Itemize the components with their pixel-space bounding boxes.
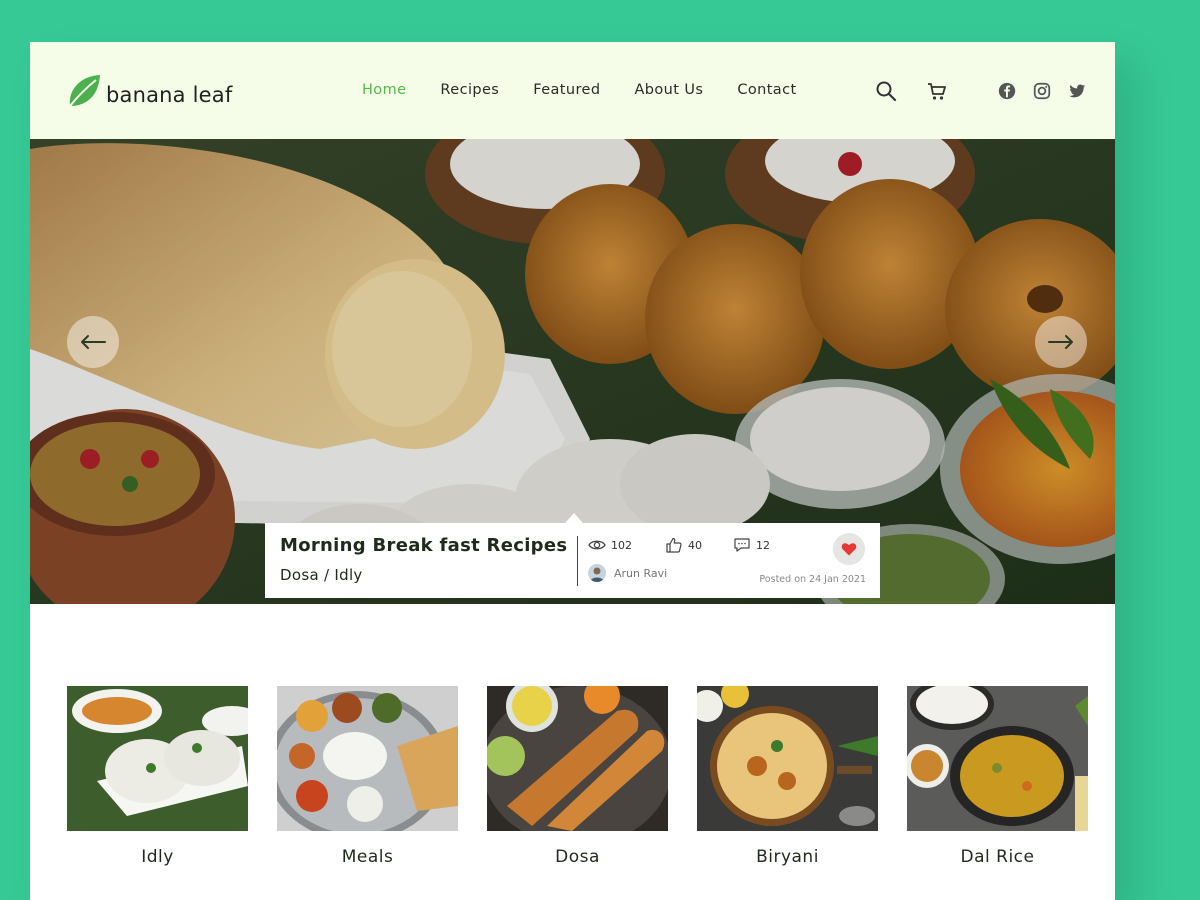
leaf-logo-icon bbox=[69, 75, 100, 107]
likes-stat[interactable]: 40 bbox=[665, 537, 702, 553]
category-idly[interactable]: Idly bbox=[67, 686, 248, 867]
main-nav: Home Recipes Featured About Us Contact bbox=[362, 82, 831, 98]
arrow-right-icon bbox=[1048, 335, 1073, 349]
author[interactable]: Arun Ravi bbox=[588, 564, 667, 582]
eye-icon bbox=[588, 540, 606, 550]
comment-icon bbox=[734, 538, 750, 552]
category-label[interactable]: Biryani bbox=[697, 847, 878, 867]
category-label[interactable]: Dosa bbox=[487, 847, 668, 867]
nav-featured[interactable]: Featured bbox=[533, 82, 600, 98]
prev-slide-button[interactable] bbox=[67, 316, 119, 368]
recipe-title[interactable]: Morning Break fast Recipes bbox=[280, 535, 567, 556]
nav-home[interactable]: Home bbox=[362, 82, 406, 98]
arrow-left-icon bbox=[81, 335, 106, 349]
category-dal-rice[interactable]: Dal Rice bbox=[907, 686, 1088, 867]
favorite-button[interactable] bbox=[833, 533, 865, 565]
twitter-icon[interactable] bbox=[1067, 80, 1087, 102]
category-image[interactable] bbox=[67, 686, 248, 831]
hero-banner: Morning Break fast Recipes Dosa / Idly 1… bbox=[30, 139, 1115, 604]
category-label[interactable]: Dal Rice bbox=[907, 847, 1088, 867]
brand-name: banana leaf bbox=[106, 83, 233, 107]
category-meals[interactable]: Meals bbox=[277, 686, 458, 867]
comments-count: 12 bbox=[756, 538, 770, 552]
category-label[interactable]: Idly bbox=[67, 847, 248, 867]
heart-icon bbox=[841, 543, 857, 556]
logo[interactable]: banana leaf bbox=[66, 72, 232, 110]
posted-date: Posted on 24 Jan 2021 bbox=[759, 574, 866, 585]
recipe-subtitle: Dosa / Idly bbox=[280, 566, 363, 584]
nav-contact[interactable]: Contact bbox=[737, 82, 796, 98]
next-slide-button[interactable] bbox=[1035, 316, 1087, 368]
category-image[interactable] bbox=[487, 686, 668, 831]
category-biryani[interactable]: Biryani bbox=[697, 686, 878, 867]
search-icon[interactable] bbox=[875, 80, 897, 102]
category-label[interactable]: Meals bbox=[277, 847, 458, 867]
category-dosa[interactable]: Dosa bbox=[487, 686, 668, 867]
instagram-icon[interactable] bbox=[1032, 80, 1052, 102]
author-name: Arun Ravi bbox=[614, 566, 668, 580]
page: banana leaf Home Recipes Featured About … bbox=[30, 42, 1115, 900]
likes-count: 40 bbox=[688, 538, 702, 552]
views-count: 102 bbox=[611, 538, 632, 552]
avatar bbox=[588, 564, 606, 582]
comments-stat[interactable]: 12 bbox=[733, 537, 770, 553]
category-image[interactable] bbox=[907, 686, 1088, 831]
featured-recipe-card[interactable]: Morning Break fast Recipes Dosa / Idly 1… bbox=[265, 513, 880, 598]
thumbs-up-icon bbox=[666, 537, 682, 553]
category-image[interactable] bbox=[697, 686, 878, 831]
facebook-icon[interactable] bbox=[997, 80, 1017, 102]
site-header: banana leaf Home Recipes Featured About … bbox=[30, 42, 1115, 139]
card-divider bbox=[577, 536, 578, 586]
category-image[interactable] bbox=[277, 686, 458, 831]
cart-icon[interactable] bbox=[926, 80, 948, 102]
views-stat: 102 bbox=[588, 537, 632, 553]
nav-about-us[interactable]: About Us bbox=[634, 82, 703, 98]
nav-recipes[interactable]: Recipes bbox=[440, 82, 499, 98]
